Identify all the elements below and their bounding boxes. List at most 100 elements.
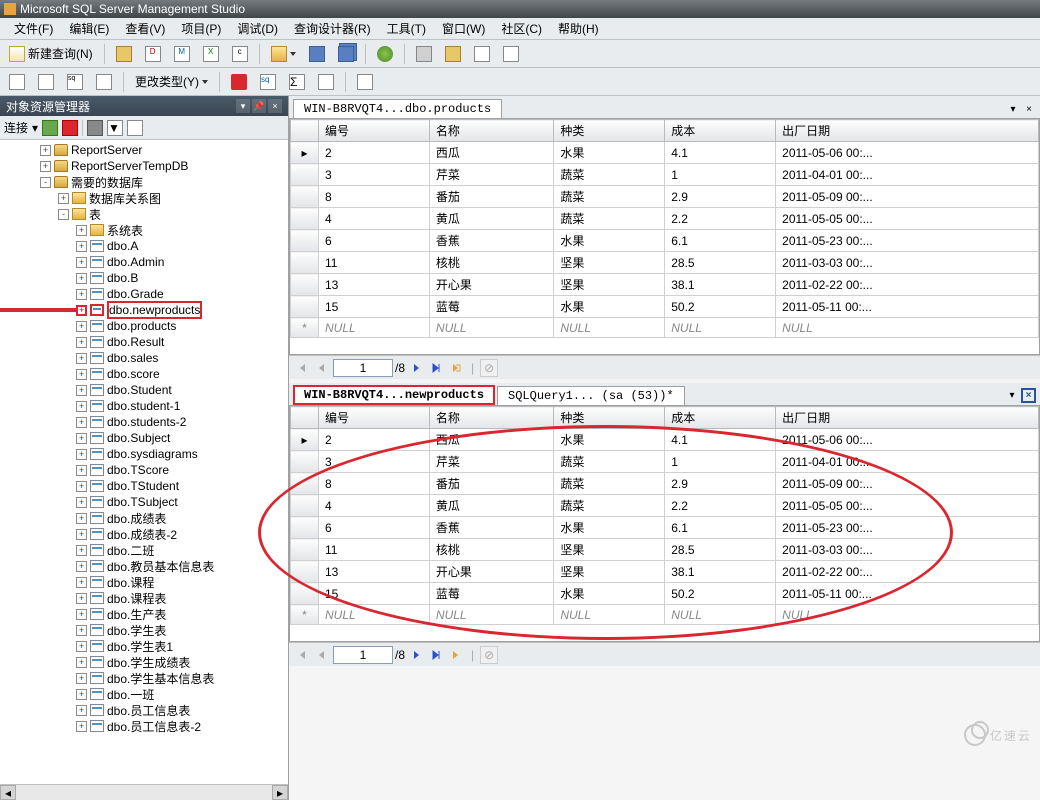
cell[interactable]: 2011-05-09 00:... [776, 473, 1039, 495]
cell[interactable]: 2011-05-05 00:... [776, 495, 1039, 517]
properties-button[interactable] [498, 43, 524, 65]
menu-view[interactable]: 查看(V) [117, 18, 173, 39]
show-results-button[interactable] [91, 71, 117, 93]
menu-designer[interactable]: 查询设计器(R) [286, 18, 379, 39]
pager-last-button[interactable] [427, 646, 445, 664]
cell[interactable]: 2011-03-03 00:... [776, 252, 1039, 274]
pager-cancel-button[interactable]: ⊘ [480, 646, 498, 664]
row-header[interactable] [291, 583, 319, 605]
pager-prev-button[interactable] [313, 646, 331, 664]
expand-icon[interactable]: + [76, 353, 87, 364]
column-header[interactable]: 成本 [665, 407, 776, 429]
cell[interactable]: 2011-05-09 00:... [776, 186, 1039, 208]
expand-icon[interactable]: + [76, 401, 87, 412]
row-header[interactable] [291, 473, 319, 495]
cell[interactable]: 2011-04-01 00:... [776, 451, 1039, 473]
expand-icon[interactable]: + [40, 161, 51, 172]
column-header[interactable]: 出厂日期 [776, 407, 1039, 429]
cell[interactable]: 水果 [554, 429, 665, 451]
show-diagram-button[interactable] [4, 71, 30, 93]
cell[interactable]: 番茄 [429, 186, 553, 208]
tb-db-button[interactable] [111, 43, 137, 65]
tree-node[interactable]: +ReportServer [0, 142, 288, 158]
column-header[interactable]: 种类 [554, 120, 665, 142]
stop-icon[interactable] [87, 120, 103, 136]
new-query-button[interactable]: 新建查询(N) [4, 42, 98, 65]
cell[interactable]: 6.1 [665, 230, 776, 252]
tree-node[interactable]: +dbo.sales [0, 350, 288, 366]
tree-node[interactable]: +dbo.score [0, 366, 288, 382]
expand-icon[interactable]: + [76, 321, 87, 332]
cell[interactable]: 水果 [554, 583, 665, 605]
cell[interactable]: 2011-05-23 00:... [776, 230, 1039, 252]
pager-next-button[interactable] [407, 359, 425, 377]
cell[interactable]: 核桃 [429, 252, 553, 274]
cell[interactable]: 2011-05-06 00:... [776, 429, 1039, 451]
horizontal-scrollbar[interactable]: ◂ ▸ [0, 784, 288, 800]
expand-icon[interactable]: + [76, 385, 87, 396]
cell[interactable]: 西瓜 [429, 429, 553, 451]
tb-xm-button[interactable]: X [198, 43, 224, 65]
tree-node[interactable]: +dbo.二班 [0, 542, 288, 558]
expand-icon[interactable]: + [76, 497, 87, 508]
tree-node[interactable]: -表 [0, 206, 288, 222]
expand-icon[interactable]: + [76, 305, 87, 316]
tree-node[interactable]: +dbo.学生表 [0, 622, 288, 638]
tree-node[interactable]: +dbo.课程 [0, 574, 288, 590]
add-table-button[interactable] [313, 71, 339, 93]
cell[interactable]: 4 [319, 208, 430, 230]
cell[interactable]: 8 [319, 473, 430, 495]
change-type-button[interactable]: 更改类型(Y) [130, 70, 213, 93]
tree-node[interactable]: +数据库关系图 [0, 190, 288, 206]
close-icon[interactable]: × [268, 99, 282, 113]
cell[interactable]: 2011-04-01 00:... [776, 164, 1039, 186]
tree-node[interactable]: +dbo.Student [0, 382, 288, 398]
cell[interactable]: 2011-05-11 00:... [776, 296, 1039, 318]
tree-node[interactable]: +dbo.课程表 [0, 590, 288, 606]
row-header[interactable] [291, 164, 319, 186]
expand-icon[interactable]: + [76, 433, 87, 444]
expand-icon[interactable]: + [76, 257, 87, 268]
expand-icon[interactable]: + [76, 609, 87, 620]
new-row-header[interactable]: * [291, 318, 319, 338]
cell[interactable]: 香蕉 [429, 230, 553, 252]
expand-icon[interactable]: + [76, 641, 87, 652]
refresh-icon[interactable] [127, 120, 143, 136]
cell[interactable]: 28.5 [665, 252, 776, 274]
expand-icon[interactable]: + [76, 225, 87, 236]
cell[interactable]: 15 [319, 296, 430, 318]
tree-node[interactable]: +dbo.学生表1 [0, 638, 288, 654]
cell[interactable]: 2 [319, 142, 430, 164]
menu-community[interactable]: 社区(C) [493, 18, 550, 39]
cell[interactable]: 蔬菜 [554, 451, 665, 473]
cell[interactable]: 2011-05-06 00:... [776, 142, 1039, 164]
cell[interactable]: 番茄 [429, 473, 553, 495]
cell-null[interactable]: NULL [554, 318, 665, 338]
pager-prev-button[interactable] [313, 359, 331, 377]
menu-project[interactable]: 项目(P) [173, 18, 229, 39]
tree-node[interactable]: +dbo.一班 [0, 686, 288, 702]
cell[interactable]: 坚果 [554, 539, 665, 561]
row-header[interactable] [291, 208, 319, 230]
row-header[interactable] [291, 274, 319, 296]
cell[interactable]: 蓝莓 [429, 296, 553, 318]
tree-node[interactable]: +dbo.newproducts [0, 302, 288, 318]
cell[interactable]: 1 [665, 451, 776, 473]
column-header[interactable]: 名称 [429, 120, 553, 142]
row-header[interactable] [291, 252, 319, 274]
row-header[interactable] [291, 451, 319, 473]
cell[interactable]: 13 [319, 274, 430, 296]
cell[interactable]: 2.9 [665, 473, 776, 495]
cell[interactable]: 水果 [554, 296, 665, 318]
pager-last-button[interactable] [427, 359, 445, 377]
expand-icon[interactable]: + [76, 449, 87, 460]
pager-cancel-button[interactable]: ⊘ [480, 359, 498, 377]
expand-icon[interactable]: + [76, 465, 87, 476]
connect-icon[interactable] [42, 120, 58, 136]
tree-node[interactable]: +dbo.学生成绩表 [0, 654, 288, 670]
cell[interactable]: 蔬菜 [554, 186, 665, 208]
cell[interactable]: 2.2 [665, 208, 776, 230]
row-header[interactable] [291, 296, 319, 318]
cell-null[interactable]: NULL [776, 605, 1039, 625]
cell[interactable]: 蔬菜 [554, 208, 665, 230]
